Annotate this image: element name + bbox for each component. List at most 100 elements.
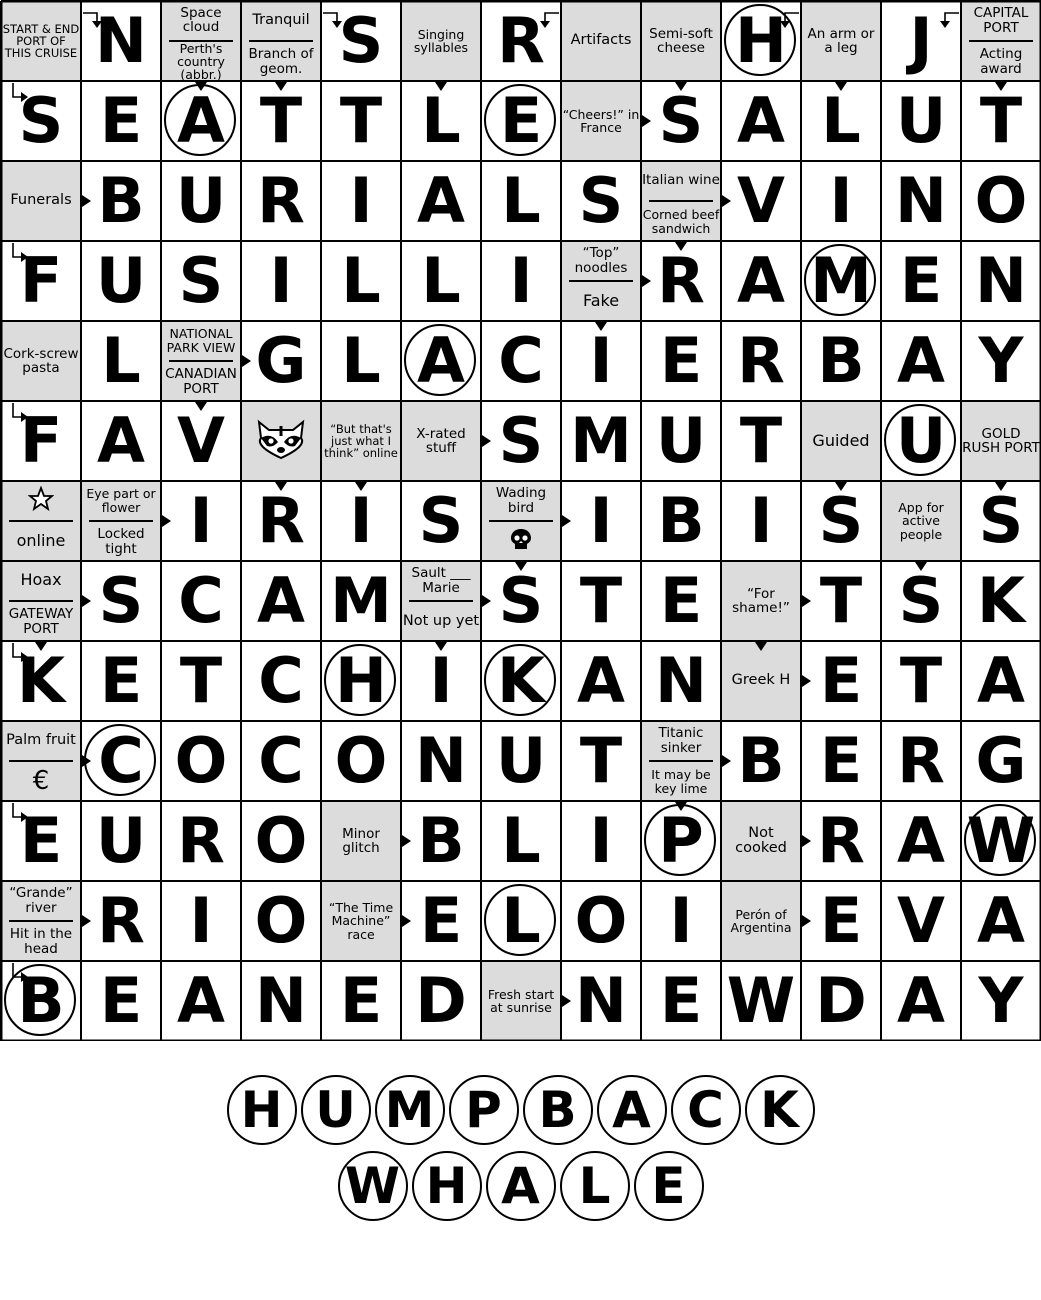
- answer-cell[interactable]: B: [1, 961, 81, 1041]
- answer-cell[interactable]: S: [641, 81, 721, 161]
- answer-cell[interactable]: O: [241, 801, 321, 881]
- answer-cell[interactable]: C: [161, 561, 241, 641]
- answer-cell[interactable]: E: [641, 321, 721, 401]
- answer-cell[interactable]: A: [81, 401, 161, 481]
- answer-cell[interactable]: J: [881, 1, 961, 81]
- answer-cell[interactable]: N: [241, 961, 321, 1041]
- answer-cell[interactable]: B: [401, 801, 481, 881]
- answer-cell[interactable]: L: [81, 321, 161, 401]
- answer-cell[interactable]: B: [81, 161, 161, 241]
- answer-cell[interactable]: C: [241, 721, 321, 801]
- answer-cell[interactable]: I: [161, 881, 241, 961]
- answer-cell[interactable]: K: [481, 641, 561, 721]
- answer-cell[interactable]: W: [961, 801, 1041, 881]
- answer-cell[interactable]: N: [81, 1, 161, 81]
- answer-cell[interactable]: E: [401, 881, 481, 961]
- answer-cell[interactable]: R: [481, 1, 561, 81]
- answer-cell[interactable]: L: [401, 81, 481, 161]
- answer-cell[interactable]: N: [641, 641, 721, 721]
- answer-cell[interactable]: H: [321, 641, 401, 721]
- answer-cell[interactable]: D: [801, 961, 881, 1041]
- answer-cell[interactable]: L: [481, 161, 561, 241]
- answer-cell[interactable]: U: [881, 401, 961, 481]
- answer-cell[interactable]: E: [641, 561, 721, 641]
- answer-cell[interactable]: G: [241, 321, 321, 401]
- answer-cell[interactable]: E: [1, 801, 81, 881]
- answer-cell[interactable]: V: [161, 401, 241, 481]
- answer-cell[interactable]: I: [321, 161, 401, 241]
- answer-cell[interactable]: R: [721, 321, 801, 401]
- answer-cell[interactable]: O: [321, 721, 401, 801]
- answer-cell[interactable]: U: [481, 721, 561, 801]
- answer-cell[interactable]: O: [161, 721, 241, 801]
- answer-cell[interactable]: S: [881, 561, 961, 641]
- answer-cell[interactable]: R: [81, 881, 161, 961]
- answer-cell[interactable]: P: [641, 801, 721, 881]
- answer-cell[interactable]: E: [81, 81, 161, 161]
- answer-cell[interactable]: E: [881, 241, 961, 321]
- answer-cell[interactable]: E: [801, 641, 881, 721]
- answer-cell[interactable]: W: [721, 961, 801, 1041]
- answer-cell[interactable]: A: [401, 161, 481, 241]
- answer-cell[interactable]: B: [641, 481, 721, 561]
- answer-cell[interactable]: A: [161, 81, 241, 161]
- answer-cell[interactable]: I: [161, 481, 241, 561]
- answer-cell[interactable]: U: [81, 241, 161, 321]
- answer-cell[interactable]: R: [881, 721, 961, 801]
- answer-cell[interactable]: L: [401, 241, 481, 321]
- answer-cell[interactable]: Y: [961, 961, 1041, 1041]
- answer-cell[interactable]: S: [401, 481, 481, 561]
- answer-cell[interactable]: L: [481, 881, 561, 961]
- answer-cell[interactable]: A: [721, 241, 801, 321]
- answer-cell[interactable]: N: [401, 721, 481, 801]
- answer-cell[interactable]: E: [641, 961, 721, 1041]
- answer-cell[interactable]: A: [961, 881, 1041, 961]
- answer-cell[interactable]: L: [321, 241, 401, 321]
- answer-cell[interactable]: T: [241, 81, 321, 161]
- answer-cell[interactable]: U: [81, 801, 161, 881]
- answer-cell[interactable]: F: [1, 401, 81, 481]
- answer-cell[interactable]: O: [241, 881, 321, 961]
- answer-cell[interactable]: A: [881, 801, 961, 881]
- answer-cell[interactable]: I: [561, 801, 641, 881]
- answer-cell[interactable]: S: [1, 81, 81, 161]
- answer-cell[interactable]: I: [561, 481, 641, 561]
- answer-cell[interactable]: A: [721, 81, 801, 161]
- answer-cell[interactable]: G: [961, 721, 1041, 801]
- answer-cell[interactable]: B: [721, 721, 801, 801]
- answer-cell[interactable]: O: [961, 161, 1041, 241]
- answer-cell[interactable]: M: [801, 241, 881, 321]
- answer-cell[interactable]: N: [881, 161, 961, 241]
- answer-cell[interactable]: T: [881, 641, 961, 721]
- answer-cell[interactable]: N: [961, 241, 1041, 321]
- answer-cell[interactable]: H: [721, 1, 801, 81]
- answer-cell[interactable]: V: [881, 881, 961, 961]
- answer-cell[interactable]: O: [561, 881, 641, 961]
- answer-cell[interactable]: A: [401, 321, 481, 401]
- answer-cell[interactable]: T: [561, 561, 641, 641]
- answer-cell[interactable]: T: [561, 721, 641, 801]
- answer-cell[interactable]: C: [81, 721, 161, 801]
- answer-cell[interactable]: D: [401, 961, 481, 1041]
- answer-cell[interactable]: I: [721, 481, 801, 561]
- answer-cell[interactable]: E: [81, 961, 161, 1041]
- answer-cell[interactable]: S: [81, 561, 161, 641]
- answer-cell[interactable]: C: [481, 321, 561, 401]
- answer-cell[interactable]: I: [801, 161, 881, 241]
- answer-cell[interactable]: F: [1, 241, 81, 321]
- answer-cell[interactable]: K: [1, 641, 81, 721]
- answer-cell[interactable]: A: [161, 961, 241, 1041]
- answer-cell[interactable]: Y: [961, 321, 1041, 401]
- answer-cell[interactable]: S: [801, 481, 881, 561]
- answer-cell[interactable]: A: [961, 641, 1041, 721]
- answer-cell[interactable]: S: [961, 481, 1041, 561]
- answer-cell[interactable]: I: [321, 481, 401, 561]
- answer-cell[interactable]: A: [561, 641, 641, 721]
- answer-cell[interactable]: T: [321, 81, 401, 161]
- answer-cell[interactable]: T: [721, 401, 801, 481]
- answer-cell[interactable]: I: [241, 241, 321, 321]
- answer-cell[interactable]: R: [161, 801, 241, 881]
- answer-cell[interactable]: U: [641, 401, 721, 481]
- answer-cell[interactable]: R: [241, 481, 321, 561]
- answer-cell[interactable]: S: [561, 161, 641, 241]
